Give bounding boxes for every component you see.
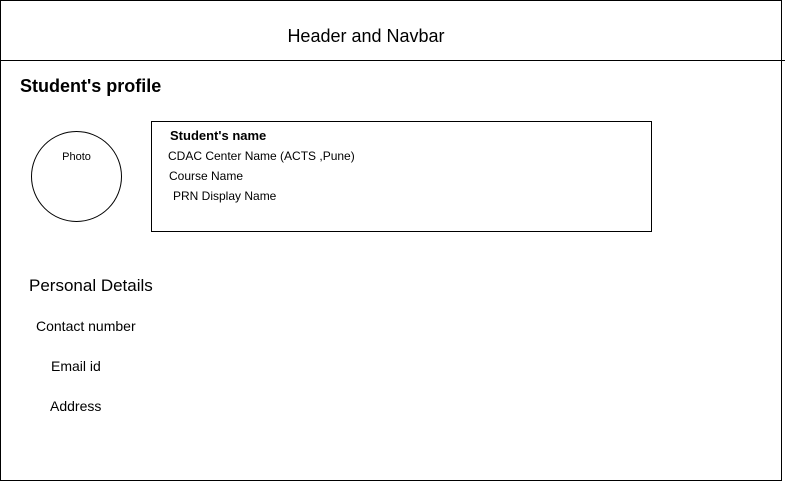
header-title: Header and Navbar bbox=[287, 26, 445, 46]
cdac-center-name: CDAC Center Name (ACTS ,Pune) bbox=[168, 149, 355, 163]
email-id-label: Email id bbox=[51, 358, 101, 374]
course-name: Course Name bbox=[169, 169, 244, 183]
header-navbar: Header and Navbar bbox=[1, 1, 785, 61]
personal-details-heading: Personal Details bbox=[29, 276, 153, 295]
photo-label: Photo bbox=[62, 151, 91, 163]
wireframe-page-frame: Header and Navbar Student's profile Phot… bbox=[0, 0, 785, 481]
prn-display-name: PRN Display Name bbox=[173, 189, 277, 203]
student-info-card: Student's name CDAC Center Name (ACTS ,P… bbox=[151, 121, 652, 232]
page-title: Student's profile bbox=[20, 76, 162, 96]
student-name: Student's name bbox=[170, 128, 267, 143]
student-photo-placeholder: Photo bbox=[31, 131, 122, 222]
address-label: Address bbox=[50, 398, 102, 414]
contact-number-label: Contact number bbox=[36, 318, 136, 334]
